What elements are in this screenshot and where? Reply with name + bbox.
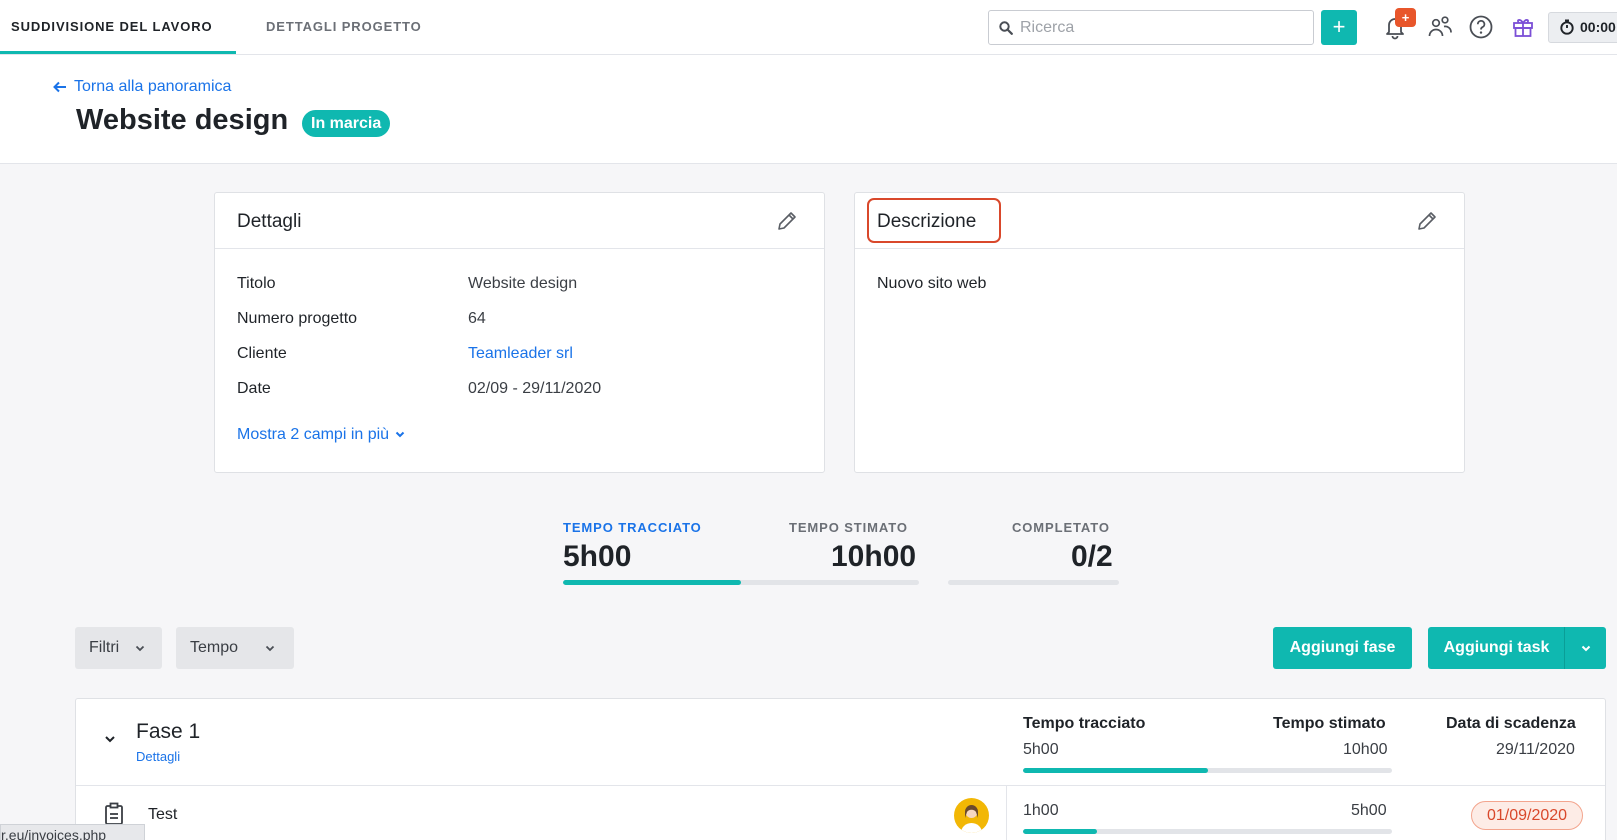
gift-icon[interactable] [1508, 12, 1538, 42]
tab-work-breakdown[interactable]: SUDDIVISIONE DEL LAVORO [11, 0, 213, 55]
estimated-time-value: 10h00 [831, 540, 917, 573]
help-icon[interactable] [1466, 12, 1496, 42]
task-due-badge[interactable]: 01/09/2020 [1471, 801, 1583, 830]
row-divider [76, 785, 1605, 786]
detail-value-dates: 02/09 - 29/11/2020 [468, 380, 602, 397]
details-card: Dettagli Titolo Website design Numero pr… [214, 192, 825, 473]
phase-tracked-value: 5h00 [1023, 741, 1059, 758]
back-link-label: Torna alla panoramica [74, 78, 232, 95]
detail-label-client: Cliente [237, 345, 287, 362]
pencil-icon[interactable] [775, 209, 799, 233]
back-to-overview-link[interactable]: Torna alla panoramica [53, 78, 231, 96]
time-dropdown[interactable]: Tempo [176, 627, 294, 669]
pencil-icon[interactable] [1415, 209, 1439, 233]
active-tab-indicator [0, 51, 236, 54]
task-progress-bar [1023, 829, 1392, 834]
chevron-down-icon[interactable] [104, 735, 116, 743]
detail-value-project-number: 64 [468, 310, 486, 327]
search-input[interactable] [1020, 17, 1300, 39]
task-tracked-value: 1h00 [1023, 802, 1059, 819]
tracked-time-label: TEMPO TRACCIATO [563, 520, 702, 535]
phase-estimated-value: 10h00 [1343, 741, 1388, 758]
chevron-down-icon [395, 431, 405, 438]
filters-dropdown[interactable]: Filtri [75, 627, 162, 669]
description-card-title: Descrizione [877, 211, 977, 232]
search-icon [999, 21, 1013, 35]
client-link[interactable]: Teamleader srl [468, 345, 573, 363]
arrow-left-icon [53, 81, 66, 93]
chevron-down-icon [1581, 645, 1591, 652]
quick-add-button[interactable]: + [1321, 10, 1357, 45]
task-progress-fill [1023, 829, 1097, 834]
details-card-header: Dettagli [215, 193, 824, 249]
time-dropdown-label: Tempo [190, 639, 239, 656]
phase-title: Fase 1 [136, 720, 201, 743]
phase-progress-fill [1023, 768, 1208, 773]
time-tracker-button[interactable]: 00:00 [1548, 12, 1617, 43]
column-tracked-time: Tempo tracciato [1023, 715, 1146, 732]
column-estimated-time: Tempo stimato [1273, 715, 1386, 732]
add-phase-button[interactable]: Aggiungi fase [1273, 627, 1412, 669]
column-divider [1006, 785, 1007, 840]
detail-value-title: Website design [468, 275, 578, 292]
completed-label: COMPLETATO [1012, 520, 1110, 535]
show-more-fields-link[interactable]: Mostra 2 campi in più [237, 426, 405, 444]
page-header: Torna alla panoramica Website design In … [0, 55, 1617, 164]
browser-status-bar: r.eu/invoices.php [0, 824, 145, 840]
add-task-button[interactable]: Aggiungi task [1428, 627, 1565, 669]
phase-due-value: 29/11/2020 [1496, 741, 1575, 758]
tab-project-details[interactable]: DETTAGLI PROGETTO [266, 0, 422, 55]
clipboard-icon [105, 802, 123, 825]
avatar[interactable] [954, 798, 989, 833]
chevron-down-icon [265, 645, 275, 652]
add-task-options-button[interactable] [1564, 627, 1606, 669]
time-progress-bar [563, 580, 919, 585]
search-box [988, 10, 1314, 45]
description-card-header: Descrizione [855, 193, 1464, 249]
time-progress-fill [563, 580, 741, 585]
phase-progress-bar [1023, 768, 1392, 773]
filters-label: Filtri [89, 639, 120, 656]
top-navigation: SUDDIVISIONE DEL LAVORO DETTAGLI PROGETT… [0, 0, 1617, 55]
chevron-down-icon [135, 645, 145, 652]
people-icon[interactable] [1425, 12, 1455, 42]
detail-label-dates: Date [237, 380, 271, 397]
notification-badge: + [1395, 8, 1416, 27]
description-text: Nuovo sito web [877, 275, 987, 292]
detail-label-project-number: Numero progetto [237, 310, 358, 327]
details-card-title: Dettagli [237, 211, 302, 232]
timer-value: 00:00 [1580, 19, 1616, 35]
stopwatch-icon [1560, 19, 1574, 35]
status-badge[interactable]: In marcia [302, 110, 391, 137]
task-estimated-value: 5h00 [1351, 802, 1387, 819]
description-card: Descrizione Nuovo sito web [854, 192, 1465, 473]
phase-table: Fase 1 Dettagli Tempo tracciato 5h00 Tem… [75, 698, 1606, 840]
column-due-date: Data di scadenza [1446, 715, 1576, 732]
page-title: Website design [76, 104, 289, 136]
phase-details-link[interactable]: Dettagli [136, 749, 180, 764]
detail-label-title: Titolo [237, 275, 276, 292]
task-name[interactable]: Test [148, 806, 177, 824]
estimated-time-label: TEMPO STIMATO [789, 520, 908, 535]
completed-progress-bar [948, 580, 1119, 585]
show-more-label: Mostra 2 campi in più [237, 426, 390, 443]
tracked-time-value: 5h00 [563, 540, 632, 573]
completed-value: 0/2 [1071, 540, 1113, 573]
